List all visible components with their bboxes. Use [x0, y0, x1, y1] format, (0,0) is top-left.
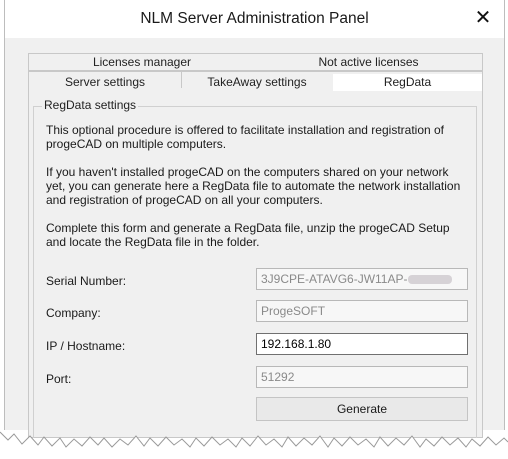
torn-edge-decoration [0, 431, 508, 459]
